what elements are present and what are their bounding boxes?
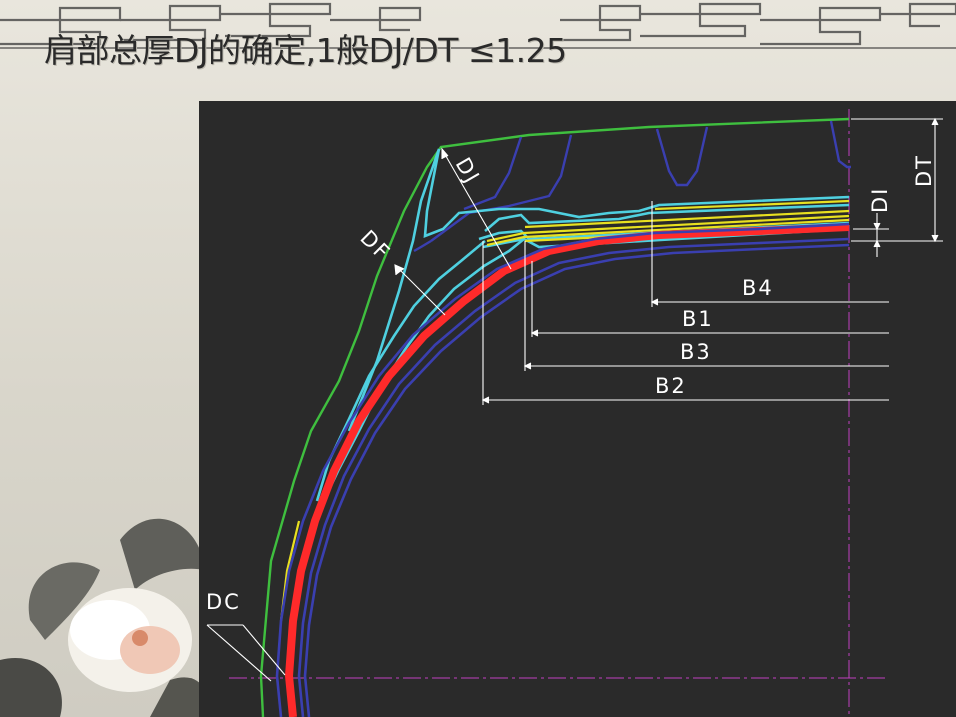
b2-label: B2: [655, 374, 687, 398]
flower-decoration: [0, 518, 210, 717]
dj-label: DJ: [451, 154, 485, 189]
carcass-ply: [284, 223, 850, 717]
slide-title: 肩部总厚DJ的确定,1般DJ/DT ≤1.25: [44, 31, 567, 70]
di-label: DI: [868, 187, 892, 213]
belt-edge-lines: [302, 148, 850, 557]
dc-dimension: [206, 624, 286, 682]
dc-label: DC: [206, 590, 241, 614]
di-dimension: [853, 213, 889, 257]
tire-section-drawing: DJ DF DT DI DC B4 B1 B3 B2: [199, 101, 956, 717]
b3-label: B3: [680, 340, 712, 364]
dt-label: DT: [912, 154, 936, 187]
tire-section-svg: DJ DF DT DI DC B4 B1 B3 B2: [206, 109, 943, 717]
df-label: DF: [355, 226, 395, 266]
b1-label: B1: [682, 307, 714, 331]
slide: 肩部总厚DJ的确定,1般DJ/DT ≤1.25 DJ DF DT DI DC B…: [0, 0, 956, 717]
b4-label: B4: [742, 276, 774, 300]
df-dimension: [394, 264, 446, 316]
